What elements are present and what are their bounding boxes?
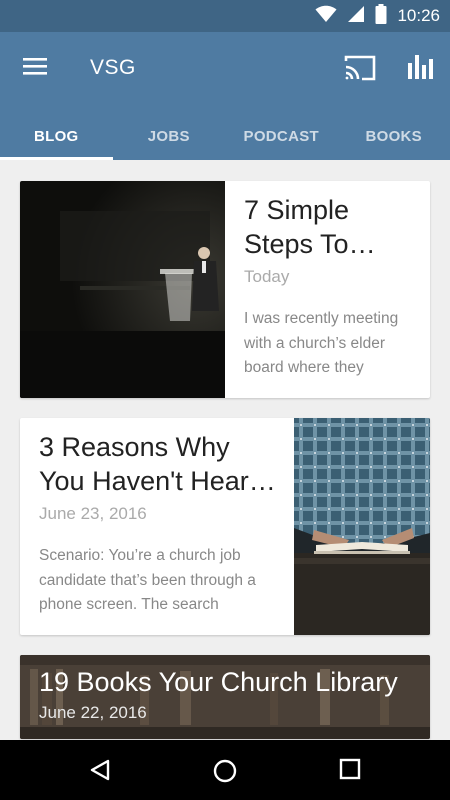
post-title: 3 Reasons Why You Haven't Hear…: [39, 432, 276, 496]
post-date: Today: [244, 267, 290, 286]
post-card[interactable]: 3 Reasons Why You Haven't Hear… June 23,…: [20, 418, 430, 635]
post-body: 7 Simple Steps To… Today I was recently …: [244, 181, 418, 398]
post-card[interactable]: 7 Simple Steps To… Today I was recently …: [20, 181, 430, 398]
tab-books[interactable]: BOOKS: [338, 112, 450, 160]
post-body: 3 Reasons Why You Haven't Hear… June 23,…: [39, 418, 280, 635]
tab-blog[interactable]: BLOG: [0, 112, 113, 160]
recents-icon[interactable]: [339, 758, 361, 785]
stats-icon[interactable]: [406, 51, 434, 81]
post-date: June 23, 2016: [39, 504, 147, 523]
status-bar: 10:26: [0, 0, 450, 32]
post-title: 19 Books Your Church Library: [39, 667, 398, 697]
tab-podcast[interactable]: PODCAST: [225, 112, 338, 160]
blog-feed: 7 Simple Steps To… Today I was recently …: [20, 181, 430, 739]
wifi-icon: [315, 5, 337, 28]
tab-bar: BLOG JOBS PODCAST BOOKS: [0, 112, 450, 160]
system-nav-bar: [0, 740, 450, 800]
post-card-featured[interactable]: 19 Books Your Church Library June 22, 20…: [20, 655, 430, 739]
battery-icon: [375, 3, 387, 29]
post-title: 7 Simple Steps To…: [244, 195, 376, 259]
tab-jobs[interactable]: JOBS: [113, 112, 226, 160]
menu-icon[interactable]: [22, 55, 48, 77]
back-icon[interactable]: [88, 758, 112, 787]
post-excerpt: I was recently meeting with a church’s e…: [244, 310, 399, 376]
home-icon[interactable]: [212, 758, 238, 789]
cast-icon[interactable]: [344, 53, 376, 81]
post-image: [294, 418, 430, 635]
post-excerpt: Scenario: You’re a church job candidate …: [39, 547, 256, 613]
post-date: June 22, 2016: [39, 703, 147, 722]
cellular-signal-icon: [347, 5, 365, 28]
post-image: [20, 181, 225, 398]
status-time: 10:26: [397, 6, 440, 25]
app-bar: VSG BLOG JOBS PODCAST BOOKS: [0, 32, 450, 160]
status-icons: 10:26: [315, 0, 440, 32]
app-title: VSG: [90, 56, 136, 79]
